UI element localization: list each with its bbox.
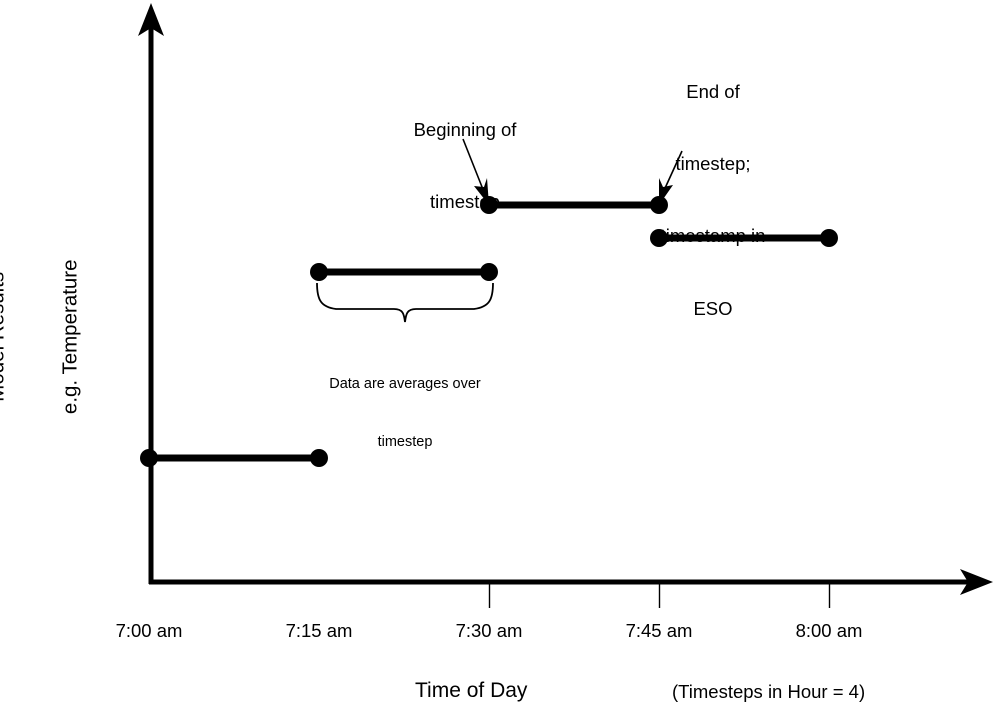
x-tick-label-3: 7:45 am: [625, 620, 693, 641]
callout-beginning-line2: timestep: [430, 191, 500, 213]
callout-end-line3: timestamp in: [660, 225, 766, 247]
callout-end-line1: End of: [686, 81, 740, 103]
x-tick-label-1: 7:15 am: [285, 620, 353, 641]
brace-note-line1: Data are averages over: [329, 375, 481, 392]
brace-note-line2: timestep: [377, 434, 433, 451]
x-axis-title: Time of Day: [415, 679, 528, 702]
callout-end-line4: ESO: [693, 297, 733, 319]
callout-beginning-of-timestep: Beginning of timestep: [387, 70, 543, 262]
y-axis-title-line1: Model Results: [0, 271, 9, 402]
timesteps-per-hour-note: (Timesteps in Hour = 4): [672, 681, 866, 702]
x-tick-label-0: 7:00 am: [115, 620, 183, 641]
x-axis: [149, 569, 993, 595]
callout-end-line2: timestep;: [675, 153, 751, 175]
averaging-brace: [316, 282, 494, 323]
callout-end-of-timestep: End of timestep; timestamp in ESO: [632, 32, 794, 369]
x-axis-ticks: [488, 584, 831, 608]
diagram-canvas: Model Results e.g. Temperature 7:00 am 7…: [0, 0, 1001, 717]
y-axis-title: Model Results e.g. Temperature: [0, 187, 131, 487]
callout-beginning-line1: Beginning of: [413, 119, 517, 141]
x-tick-label-2: 7:30 am: [455, 620, 523, 641]
y-axis-title-line2: e.g. Temperature: [58, 259, 82, 415]
y-axis: [138, 3, 164, 584]
callout-averaging-note: Data are averages over timestep: [289, 336, 521, 491]
x-tick-label-4: 8:00 am: [795, 620, 863, 641]
